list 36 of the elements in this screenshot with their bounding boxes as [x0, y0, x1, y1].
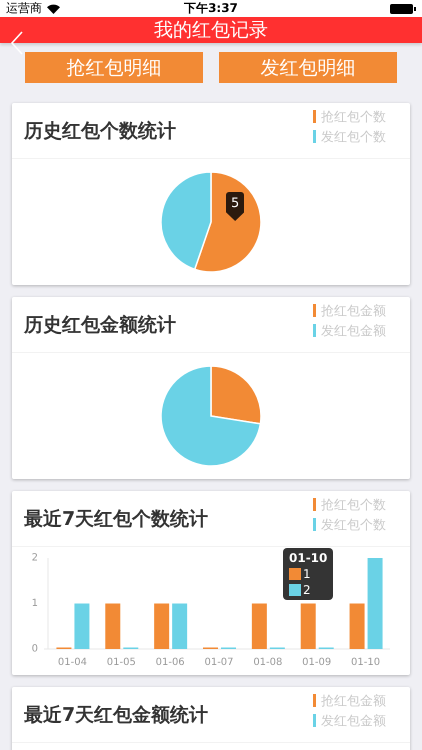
x-tick-label: 01-06: [156, 657, 185, 668]
tooltip-value: 2: [303, 583, 311, 597]
detail-button[interactable]: 发红包明细: [219, 52, 397, 83]
y-tick-label: 1: [32, 598, 38, 610]
card-title: 最近7天红包金额统计: [24, 702, 208, 728]
card-title: 最近7天红包个数统计: [24, 506, 208, 532]
bar: [154, 604, 170, 649]
x-tick-label: 01-07: [204, 657, 234, 668]
y-tick-label: 2: [32, 552, 38, 564]
y-tick-label: 0: [32, 644, 38, 655]
bar: [74, 604, 90, 649]
bar: [172, 604, 188, 649]
bar: [300, 604, 316, 649]
bar: [105, 604, 120, 649]
tooltip-value: 1: [303, 567, 311, 581]
x-tick-label: 01-09: [302, 657, 332, 668]
detail-button[interactable]: 抢红包明细: [25, 52, 203, 83]
tooltip-swatch: [289, 584, 301, 596]
carrier-name: 运营商: [6, 0, 42, 17]
bar: [350, 604, 365, 649]
back-icon: [10, 31, 24, 55]
x-tick-label: 01-04: [58, 657, 87, 668]
x-tick-label: 01-08: [253, 657, 282, 668]
x-tick-label: 01-10: [351, 657, 380, 668]
wifi-icon: [47, 4, 60, 14]
tooltip-title: 01-10: [289, 551, 328, 565]
tooltip-swatch: [289, 568, 301, 580]
page-title: 我的红包记录: [153, 18, 269, 43]
legend-swatch: [313, 518, 316, 531]
bar: [252, 604, 267, 649]
card-title: 历史红包金额统计: [24, 312, 176, 338]
legend-swatch: [313, 498, 316, 511]
x-tick-label: 01-05: [106, 657, 136, 668]
battery-icon: [390, 4, 416, 14]
status-time: 下午3:37: [184, 0, 238, 17]
card-title: 历史红包个数统计: [24, 118, 176, 144]
